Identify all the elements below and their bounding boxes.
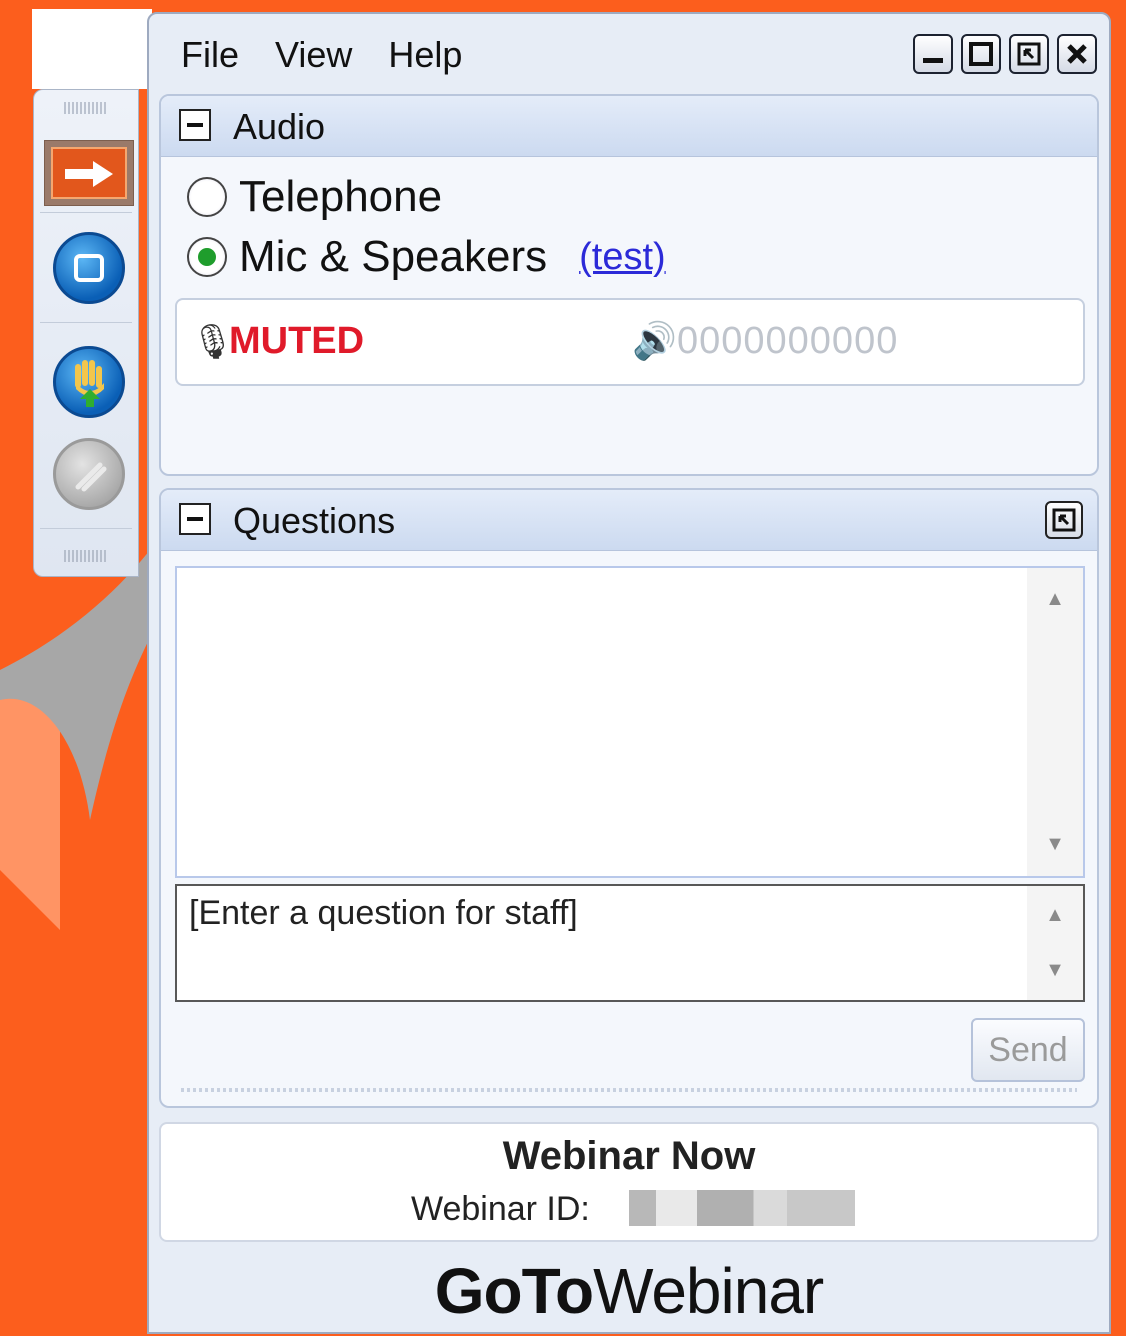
expand-arrow-button[interactable] [44,140,134,206]
window-controls [913,34,1097,74]
close-icon [1067,44,1087,64]
minimize-button[interactable] [913,34,953,74]
question-input-scrollbar[interactable]: ▲ ▼ [1027,886,1083,1000]
minimize-icon [923,58,943,63]
mic-speakers-option[interactable]: Mic & Speakers (test) [187,232,666,282]
panel-resize-handle[interactable] [181,1088,1077,1092]
questions-log-scrollbar[interactable]: ▲ ▼ [1027,568,1083,876]
logo-bold-text: GoTo [434,1255,594,1327]
questions-log[interactable]: ▲ ▼ [175,566,1085,878]
audio-panel-header: Audio [161,96,1097,157]
webinar-id-redacted [629,1190,855,1226]
disabled-button[interactable] [53,438,125,510]
speaker-icon: 🔊 [632,320,677,361]
popout-icon [1052,508,1076,532]
menu-bar: File View Help [181,34,462,76]
screen-view-button[interactable] [53,232,125,304]
mute-status[interactable]: MUTED [229,320,364,363]
menu-file[interactable]: File [181,34,239,76]
scroll-up-icon[interactable]: ▲ [1027,904,1083,927]
logo-regular-text: Webinar [593,1255,824,1327]
audio-panel-title: Audio [233,106,326,147]
toolbar-grip-bottom[interactable] [64,550,108,562]
audio-level-meter: 0000000000 [677,320,899,362]
pen-icon [75,462,107,492]
webinar-name: Webinar Now [502,1134,756,1178]
maximize-button[interactable] [961,34,1001,74]
audio-status-box: 🎙 MUTED 🔊 0000000000 [175,298,1085,386]
questions-panel-title: Questions [233,500,396,541]
raise-hand-button[interactable] [53,346,125,418]
popout-questions-button[interactable] [1045,501,1083,539]
telephone-option[interactable]: Telephone [187,172,442,222]
screen-icon [74,254,104,282]
telephone-radio[interactable] [187,177,227,217]
background-panel [32,9,152,89]
arrow-right-icon [65,161,113,187]
telephone-label: Telephone [239,172,443,221]
questions-panel: Questions ▲ ▼ [Enter a question for staf… [159,488,1099,1108]
webinar-id-label: Webinar ID: [411,1190,590,1228]
menu-view[interactable]: View [275,34,352,76]
webinar-info-box: Webinar Now Webinar ID: [159,1122,1099,1242]
gotowebinar-logo: GoToWebinar [149,1254,1109,1328]
collapse-questions-button[interactable] [179,503,211,535]
raise-hand-icon [75,360,104,407]
question-input[interactable]: [Enter a question for staff] ▲ ▼ [175,884,1085,1002]
scroll-down-icon[interactable]: ▼ [1027,833,1083,856]
collapse-audio-button[interactable] [179,109,211,141]
maximize-icon [969,42,993,66]
gotowebinar-control-panel: File View Help Audio Telephone Mic & Spe… [147,12,1111,1334]
scroll-down-icon[interactable]: ▼ [1027,959,1083,982]
send-button[interactable]: Send [971,1018,1085,1082]
test-audio-link[interactable]: (test) [579,236,666,279]
popout-icon [1017,42,1041,66]
popout-window-button[interactable] [1009,34,1049,74]
mic-speakers-label: Mic & Speakers [239,232,548,281]
side-toolbar [33,89,139,577]
audio-panel: Audio Telephone Mic & Speakers (test) 🎙 … [159,94,1099,476]
questions-panel-header: Questions [161,490,1097,551]
microphone-icon: 🎙 [191,323,235,361]
question-input-placeholder: [Enter a question for staff] [189,894,578,932]
close-button[interactable] [1057,34,1097,74]
mic-speakers-radio[interactable] [187,237,227,277]
scroll-up-icon[interactable]: ▲ [1027,588,1083,611]
menu-help[interactable]: Help [388,34,462,76]
toolbar-grip-top[interactable] [64,102,108,114]
